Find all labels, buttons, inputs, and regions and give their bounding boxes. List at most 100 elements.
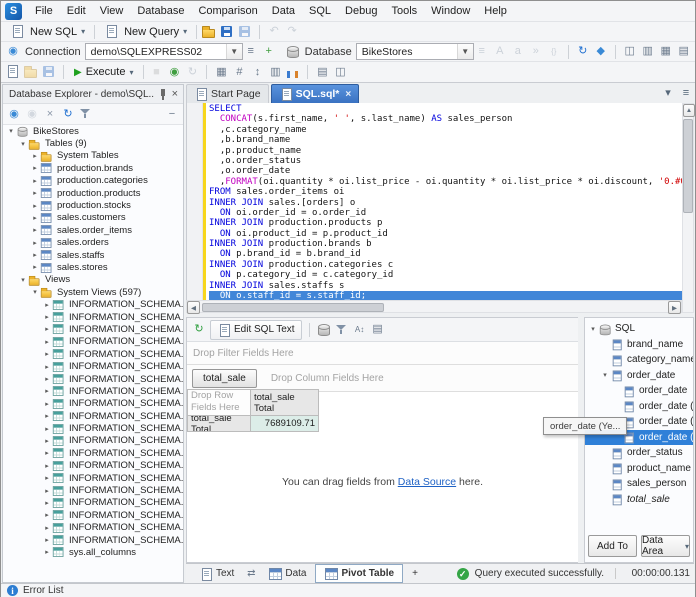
code-line[interactable]: ,o.order_date [209, 166, 682, 176]
expand-arrow-icon[interactable]: ▸ [42, 412, 52, 420]
tree-item[interactable]: ▸INFORMATION_SCHEMA.TAB [3, 497, 183, 509]
sort-icon[interactable]: ↕ [249, 64, 265, 80]
properties-icon[interactable]: ▤ [676, 44, 692, 60]
filter-drop-area[interactable]: Drop Filter Fields Here [187, 342, 578, 365]
expand-arrow-icon[interactable]: ▸ [42, 363, 52, 371]
tree-item[interactable]: ▾BikeStores [3, 125, 183, 137]
expand-arrow-icon[interactable]: ▸ [42, 548, 52, 556]
connect-icon[interactable]: ◉ [6, 106, 22, 122]
tree-item[interactable]: ▸sys.all_columns [3, 546, 183, 558]
expand-arrow-icon[interactable]: ▸ [42, 462, 52, 470]
debug-icon[interactable]: ◉ [166, 64, 182, 80]
scroll-left-icon[interactable]: ◀ [187, 301, 200, 314]
code-line[interactable]: ,o.order_status [209, 156, 682, 166]
new-sql-button[interactable]: New SQL ▾ [5, 22, 90, 41]
close-tab-icon[interactable]: × [345, 89, 351, 100]
expand-arrow-icon[interactable]: ▸ [30, 251, 40, 259]
tree-item[interactable]: product_name [585, 461, 693, 477]
expand-arrow-icon[interactable]: ▸ [42, 524, 52, 532]
chart-icon[interactable] [285, 64, 301, 80]
tree-item[interactable]: ▸sales.customers [3, 212, 183, 224]
column-header-cell[interactable]: total_sale Total [250, 389, 319, 416]
scroll-right-icon[interactable]: ▶ [668, 301, 681, 314]
tree-item[interactable]: ▸INFORMATION_SCHEMA.COL [3, 348, 183, 360]
code-line[interactable]: ,FORMAT(oi.quantity * oi.list_price - oi… [209, 177, 682, 187]
field-chip-total-sale[interactable]: total_sale [192, 369, 257, 388]
scroll-up-icon[interactable]: ▲ [683, 104, 695, 117]
code-line[interactable]: ON oi.product_id = p.product_id [209, 229, 682, 239]
expand-arrow-icon[interactable]: ▸ [42, 499, 52, 507]
expand-arrow-icon[interactable]: ▸ [42, 301, 52, 309]
add-view-tab-button[interactable]: + [403, 564, 427, 583]
code-line[interactable]: ON p.brand_id = b.brand_id [209, 249, 682, 259]
code-line[interactable]: INNER JOIN production.products p [209, 218, 682, 228]
filter-icon[interactable] [334, 322, 350, 338]
tree-item[interactable]: ▸INFORMATION_SCHEMA.DOM [3, 360, 183, 372]
tree-item[interactable]: ▸INFORMATION_SCHEMA.ROU [3, 435, 183, 447]
expand-arrow-icon[interactable]: ▾ [18, 276, 28, 284]
tree-item[interactable]: ▸INFORMATION_SCHEMA.TAB [3, 472, 183, 484]
tree-item[interactable]: ▾order_date [585, 368, 693, 384]
menu-window[interactable]: Window [424, 2, 477, 20]
tree-item[interactable]: ▸production.categories [3, 175, 183, 187]
grid-edit-icon[interactable]: ▤ [314, 64, 330, 80]
tab-scroll-icon[interactable]: ▾ [660, 85, 676, 101]
expand-arrow-icon[interactable]: ▾ [18, 140, 28, 148]
tab-start-page[interactable]: Start Page [186, 84, 269, 103]
expand-arrow-icon[interactable]: ▸ [30, 263, 40, 271]
query-plan-icon[interactable]: ▦ [213, 64, 229, 80]
tree-item[interactable]: ▸INFORMATION_SCHEMA.DOM [3, 373, 183, 385]
menu-tools[interactable]: Tools [384, 2, 424, 20]
tree-item[interactable]: total_sale [585, 492, 693, 508]
tree-item[interactable]: ▸INFORMATION_SCHEMA.PAR [3, 398, 183, 410]
code-line[interactable]: ON p.category_id = c.category_id [209, 270, 682, 280]
tree-item[interactable]: ▸production.brands [3, 162, 183, 174]
menu-edit[interactable]: Edit [60, 2, 93, 20]
expand-arrow-icon[interactable]: ▸ [42, 400, 52, 408]
expand-arrow-icon[interactable]: ▸ [42, 487, 52, 495]
swap-view-icon[interactable]: ⇄ [243, 566, 259, 582]
tree-item[interactable]: ▾SQL [585, 321, 693, 337]
filter-icon[interactable] [78, 106, 94, 122]
sql-code[interactable]: SELECT CONCAT(s.first_name, ' ', s.last_… [209, 104, 682, 300]
code-line[interactable]: INNER JOIN sales.[orders] o [209, 198, 682, 208]
tree-item[interactable]: ▸production.stocks [3, 199, 183, 211]
tree-item[interactable]: ▸sales.order_items [3, 224, 183, 236]
expand-arrow-icon[interactable]: ▸ [30, 239, 40, 247]
menu-file[interactable]: File [28, 2, 60, 20]
code-line[interactable]: ,b.brand_name [209, 135, 682, 145]
data-source-icon[interactable] [316, 322, 332, 338]
refresh-pivot-icon[interactable]: ↻ [191, 322, 207, 338]
new-document-icon[interactable] [5, 64, 21, 80]
document-map-icon[interactable]: ◫ [332, 64, 348, 80]
tree-item[interactable]: sales_person [585, 476, 693, 492]
expand-arrow-icon[interactable]: ▸ [42, 387, 52, 395]
row-header-cell[interactable]: total_sale Total [187, 415, 251, 432]
expand-arrow-icon[interactable]: ▾ [588, 325, 598, 333]
open-file-icon[interactable] [201, 24, 217, 40]
expand-arrow-icon[interactable]: ▸ [42, 511, 52, 519]
menu-sql[interactable]: SQL [302, 2, 338, 20]
code-line[interactable]: ,p.product_name [209, 146, 682, 156]
expand-arrow-icon[interactable]: ▸ [30, 177, 40, 185]
error-list-bar[interactable]: Error List [1, 583, 695, 597]
tree-item[interactable]: ▸INFORMATION_SCHEMA.VIE [3, 522, 183, 534]
expand-arrow-icon[interactable]: ▸ [42, 350, 52, 358]
expand-arrow-icon[interactable]: ▸ [42, 338, 52, 346]
save-icon[interactable] [219, 24, 235, 40]
tab-sql-doc[interactable]: SQL.sql* × [271, 84, 360, 103]
tab-data-view[interactable]: Data [259, 564, 315, 583]
code-line[interactable]: INNER JOIN production.brands b [209, 239, 682, 249]
tree-item[interactable]: order_date (Day) [585, 399, 693, 415]
close-connection-icon[interactable]: × [42, 106, 58, 122]
add-to-button[interactable]: Add To [588, 535, 637, 557]
tree-item[interactable]: brand_name [585, 337, 693, 353]
connection-select[interactable]: demo\SQLEXPRESS02 ▼ [85, 43, 243, 60]
execute-button[interactable]: ▶ Execute ▾ [68, 63, 139, 82]
code-line[interactable]: INNER JOIN production.categories c [209, 260, 682, 270]
tree-item[interactable]: ▾Tables (9) [3, 137, 183, 149]
scrollbar-thumb[interactable] [683, 119, 693, 213]
expand-arrow-icon[interactable]: ▸ [42, 313, 52, 321]
code-line[interactable]: ON o.staff_id = s.staff_id; [209, 291, 682, 300]
expand-arrow-icon[interactable]: ▸ [42, 375, 52, 383]
